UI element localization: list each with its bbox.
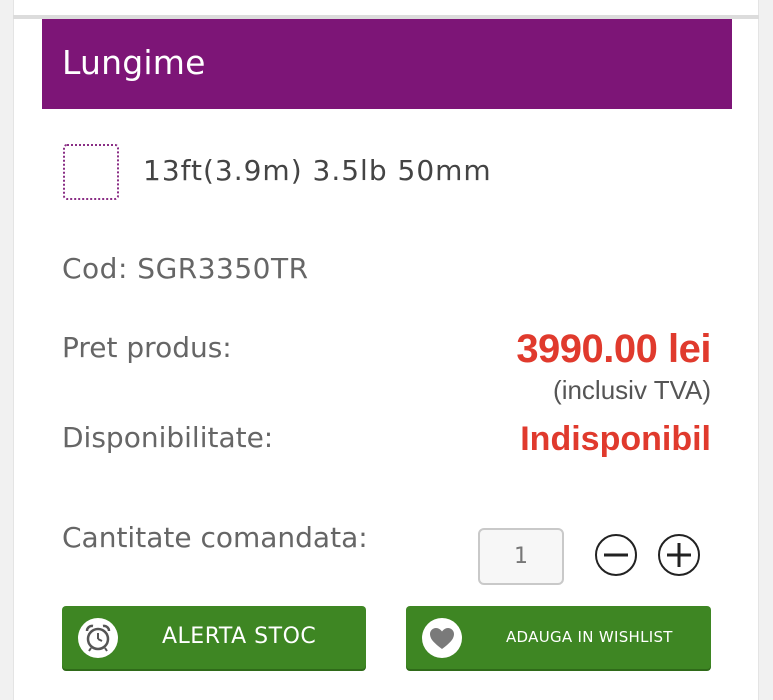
alarm-clock-icon — [85, 624, 111, 652]
quantity-label: Cantitate comandata: — [62, 521, 368, 554]
heart-icon-badge — [422, 618, 462, 658]
availability-status: Indisponibil — [520, 420, 711, 458]
section-title: Lungime — [62, 43, 206, 82]
section-header: Lungime — [42, 19, 732, 109]
product-code: Cod: SGR3350TR — [62, 252, 309, 285]
quantity-input[interactable] — [478, 528, 564, 585]
decrement-quantity-button[interactable] — [595, 534, 637, 576]
stock-alert-button[interactable]: ALERTA STOC — [62, 606, 366, 669]
minus-icon — [604, 553, 628, 557]
price-label: Pret produs: — [62, 331, 232, 364]
wishlist-label: ADAUGA IN WISHLIST — [506, 628, 673, 646]
stock-alert-label: ALERTA STOC — [162, 624, 317, 649]
add-to-wishlist-button[interactable]: ADAUGA IN WISHLIST — [406, 606, 711, 669]
heart-icon — [430, 628, 454, 649]
plus-icon — [667, 543, 691, 567]
length-option-checkbox[interactable] — [63, 144, 119, 200]
alarm-clock-icon-badge — [78, 618, 118, 658]
length-option-label[interactable]: 13ft(3.9m) 3.5lb 50mm — [143, 152, 492, 190]
availability-label: Disponibilitate: — [62, 421, 274, 454]
price-value: 3990.00 lei — [516, 327, 711, 371]
increment-quantity-button[interactable] — [658, 534, 700, 576]
vat-note: (inclusiv TVA) — [553, 375, 711, 405]
